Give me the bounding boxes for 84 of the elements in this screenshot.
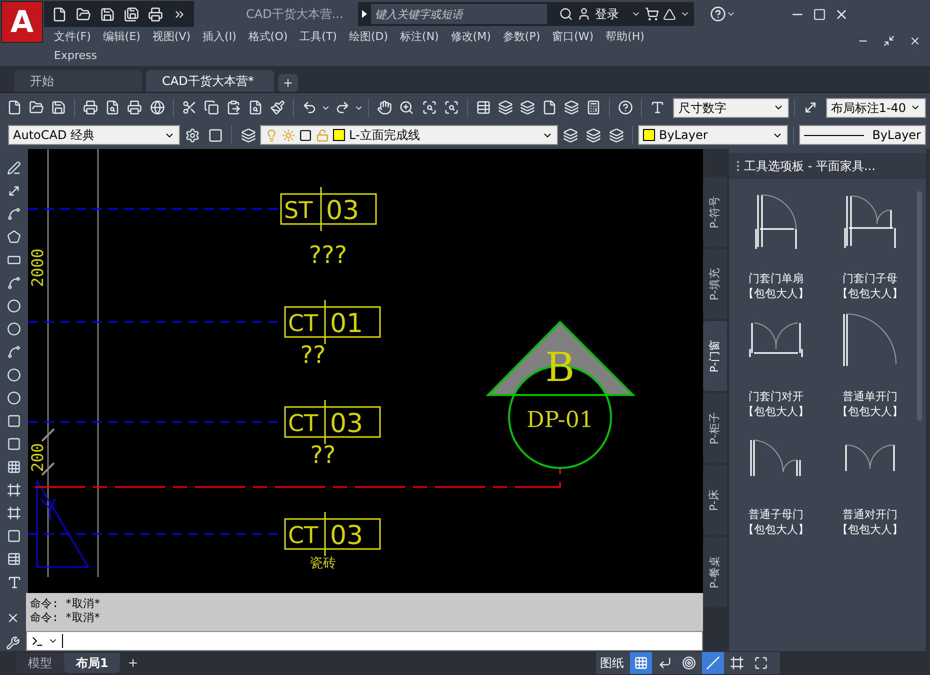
tag-number: 03 <box>330 409 364 439</box>
paper-space-button[interactable]: 图纸 <box>596 652 628 674</box>
menu-item[interactable]: 绘图(D) <box>348 28 388 47</box>
door-drawing <box>750 439 802 477</box>
menu-item[interactable]: 编辑(E) <box>102 28 140 47</box>
menu-item[interactable]: 窗口(W) <box>552 28 594 47</box>
door-drawing <box>754 194 798 250</box>
palette-title: 工具选项板 - 平面家具... <box>744 158 876 175</box>
user-icon <box>577 7 591 21</box>
cart-icon <box>645 7 659 21</box>
palette-tab[interactable]: P-符号 <box>703 177 727 247</box>
dimension-text: 2000 <box>28 248 47 287</box>
new-tab-button[interactable] <box>278 74 298 92</box>
tag-note: ?? <box>300 341 326 369</box>
menu-item[interactable]: 文件(F) <box>54 28 91 47</box>
menu-item[interactable]: 帮助(H) <box>606 28 644 47</box>
line-sample-icon <box>804 134 864 136</box>
history-line: 命令: *取消* <box>30 611 102 625</box>
palette-tab[interactable]: P-填充 <box>703 249 727 319</box>
grid-icon <box>634 656 648 670</box>
menu-item[interactable]: 视图(V) <box>152 28 191 47</box>
linetype-dropdown[interactable]: ByLayer <box>799 125 926 145</box>
prompt-icon <box>31 634 44 648</box>
sun-icon <box>282 128 295 142</box>
menu-item[interactable]: 工具(T) <box>300 28 337 47</box>
palette-tab[interactable]: P-门窗 <box>703 321 727 391</box>
tag-code: CT <box>288 523 318 549</box>
grip-icon <box>737 161 740 171</box>
palette-item[interactable]: 普通子母门 【包包大人】 <box>729 427 823 537</box>
palette-item[interactable]: 普通单开门 【包包大人】 <box>823 309 917 419</box>
help-icon <box>710 6 726 22</box>
door-drawing <box>748 322 804 358</box>
lightbulb-icon <box>265 128 278 142</box>
palette-item[interactable]: 门套门子母 【包包大人】 <box>823 191 917 301</box>
palette-item[interactable]: 门套门对开 【包包大人】 <box>729 309 823 419</box>
color-swatch <box>643 129 655 141</box>
tag-code: CT <box>288 411 318 437</box>
menu-item[interactable]: 修改(M) <box>450 28 491 47</box>
file-tab[interactable]: 开始 <box>14 70 142 92</box>
menu-item[interactable]: Express <box>54 47 97 66</box>
palette-item[interactable]: 普通对开门 【包包大人】 <box>823 427 917 537</box>
plus-icon <box>282 77 294 89</box>
login-button[interactable]: 登录 <box>595 5 619 23</box>
door-drawing <box>843 313 897 367</box>
tag-code: CT <box>288 311 318 337</box>
command-input[interactable] <box>26 631 703 651</box>
palette-item[interactable]: 门套门单扇 【包包大人】 <box>729 191 823 301</box>
color-swatch <box>333 129 345 141</box>
menu-item[interactable]: 格式(O) <box>248 28 288 47</box>
color-dropdown[interactable]: ByLayer <box>638 125 788 145</box>
search-field[interactable]: 键入关键字或短语 <box>371 4 547 24</box>
palette-tab[interactable]: P-餐桌 <box>703 537 727 607</box>
palette-tab[interactable]: P-床 <box>703 465 727 535</box>
angle-toggle[interactable] <box>702 652 724 674</box>
dimension-text: 200 <box>28 443 47 472</box>
door-drawing <box>844 195 896 249</box>
grid-toggle[interactable] <box>630 652 652 674</box>
palette-tab[interactable]: P-柜子 <box>703 393 727 463</box>
tag-number: 03 <box>330 521 364 551</box>
tag-number: 03 <box>326 196 360 226</box>
window-title: CAD干货大本营... <box>246 6 344 23</box>
layer-dropdown[interactable]: L-立面完成线 <box>260 125 558 145</box>
workspace-dropdown[interactable]: AutoCAD 经典 <box>8 125 180 145</box>
tag-code: ST <box>284 198 313 224</box>
layout-tab[interactable]: 模型 <box>16 653 64 673</box>
plus-icon <box>127 657 140 669</box>
history-line: 命令: *取消* <box>30 597 102 611</box>
menu-item[interactable]: 插入(I) <box>202 28 236 47</box>
section-code: DP-01 <box>526 408 594 433</box>
tag-note: 瓷砖 <box>310 556 336 571</box>
tag-note: ?? <box>310 441 336 469</box>
layout-tab[interactable]: 布局1 <box>64 653 120 673</box>
unlock-icon <box>316 128 329 142</box>
menu-item[interactable]: 参数(P) <box>502 28 540 47</box>
tag-number: 01 <box>330 309 364 339</box>
menu-item[interactable]: 标注(N) <box>400 28 439 47</box>
door-drawing <box>845 444 895 472</box>
tag-note: ??? <box>308 241 348 269</box>
tick-mark <box>41 428 55 442</box>
dimension-style-dropdown[interactable]: 布局标注1-40 <box>826 98 926 118</box>
angle-icon <box>706 656 720 670</box>
app-logo[interactable]: A <box>1 1 43 43</box>
text-style-dropdown[interactable]: 尺寸数字 <box>673 98 789 118</box>
file-tab[interactable]: CAD干货大本营* <box>146 70 274 92</box>
